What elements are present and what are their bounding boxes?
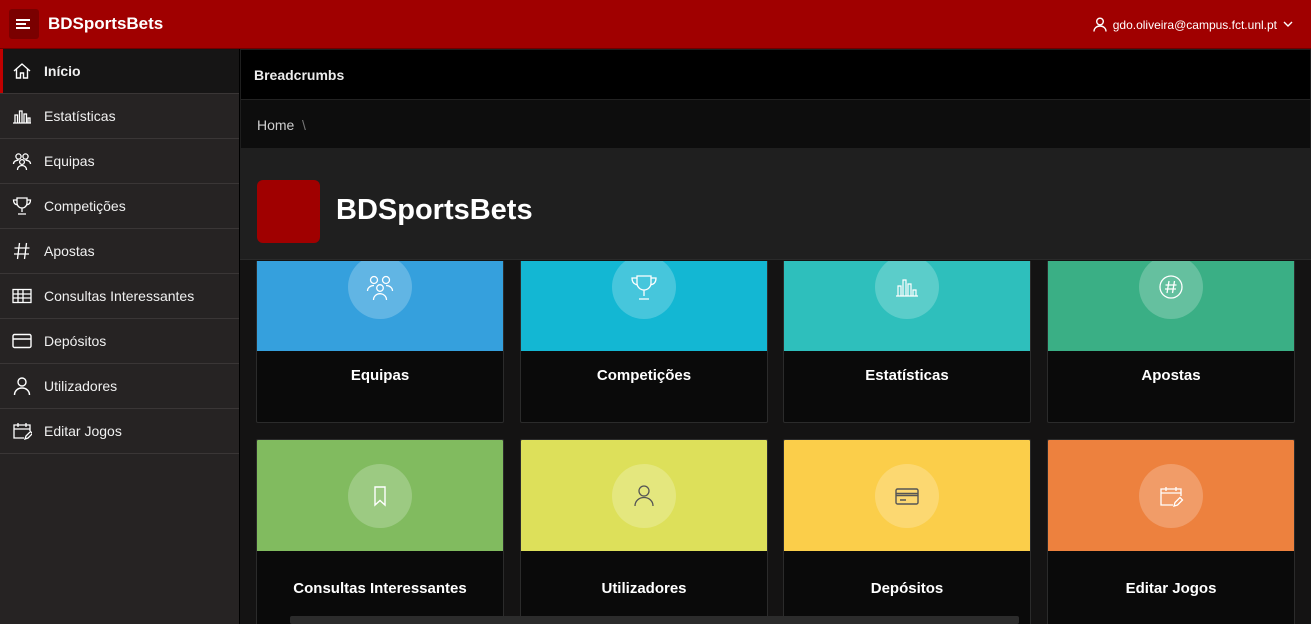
bar-chart-icon (11, 105, 33, 127)
card-label: Equipas (350, 367, 410, 384)
trophy-icon (612, 261, 676, 319)
sidebar-item-label: Equipas (44, 153, 95, 169)
sidebar-item-label: Início (44, 63, 81, 79)
card-apostas[interactable]: Apostas (1047, 261, 1295, 423)
main-content: Breadcrumbs Home \ BDSportsBets Equipas (240, 49, 1311, 624)
card-color-band (1048, 261, 1294, 351)
sidebar-item-apostas[interactable]: Apostas (0, 229, 239, 274)
card-editar-jogos[interactable]: Editar Jogos (1047, 439, 1295, 624)
table-icon (11, 285, 33, 307)
card-label: Estatísticas (865, 367, 949, 384)
app-logo (257, 180, 320, 243)
sidebar-item-label: Apostas (44, 243, 95, 259)
hash-circle-icon (1139, 261, 1203, 319)
sidebar-item-depositos[interactable]: Depósitos (0, 319, 239, 364)
credit-card-icon (11, 330, 33, 352)
card-label: Depósitos (870, 580, 944, 597)
sidebar-item-label: Competições (44, 198, 126, 214)
sidebar-item-utilizadores[interactable]: Utilizadores (0, 364, 239, 409)
card-estatisticas[interactable]: Estatísticas (783, 261, 1031, 423)
sidebar-item-estatisticas[interactable]: Estatísticas (0, 94, 239, 139)
sidebar-item-inicio[interactable]: Início (0, 49, 239, 94)
page-title: BDSportsBets (336, 194, 533, 226)
card-color-band (521, 440, 767, 551)
home-icon (11, 60, 33, 82)
sidebar-item-label: Estatísticas (44, 108, 116, 124)
chevron-down-icon (1283, 21, 1293, 27)
cards-region: Equipas Competições Estatísticas Apostas… (240, 261, 1311, 624)
user-icon (11, 375, 33, 397)
user-email: gdo.oliveira@campus.fct.unl.pt (1112, 17, 1277, 32)
card-color-band (257, 440, 503, 551)
card-color-band (1048, 440, 1294, 551)
card-label: Editar Jogos (1125, 580, 1217, 597)
breadcrumb-home-link[interactable]: Home (257, 117, 294, 133)
users-icon (11, 150, 33, 172)
card-color-band (257, 261, 503, 351)
sidebar-item-label: Editar Jogos (44, 423, 122, 439)
breadcrumb-separator: \ (302, 117, 306, 133)
user-icon (1093, 17, 1107, 32)
credit-card-icon (875, 464, 939, 528)
menu-toggle-button[interactable] (9, 9, 39, 39)
calendar-edit-icon (1139, 464, 1203, 528)
hamburger-icon (16, 19, 30, 29)
sidebar-item-label: Consultas Interessantes (44, 288, 195, 304)
user-icon (612, 464, 676, 528)
horizontal-scrollbar[interactable] (290, 616, 1019, 624)
app-title[interactable]: BDSportsBets (48, 14, 163, 34)
sidebar: Início Estatísticas Equipas Competições … (0, 49, 240, 624)
breadcrumbs-title: Breadcrumbs (254, 67, 345, 83)
card-label: Utilizadores (601, 580, 687, 597)
card-color-band (784, 440, 1030, 551)
hero-region: BDSportsBets (240, 148, 1311, 260)
calendar-edit-icon (11, 420, 33, 442)
bookmark-icon (348, 464, 412, 528)
bar-chart-icon (875, 261, 939, 319)
sidebar-item-editar-jogos[interactable]: Editar Jogos (0, 409, 239, 454)
card-color-band (784, 261, 1030, 351)
sidebar-item-label: Utilizadores (44, 378, 118, 394)
card-label: Consultas Interessantes (293, 580, 467, 597)
sidebar-item-consultas-interessantes[interactable]: Consultas Interessantes (0, 274, 239, 319)
card-equipas[interactable]: Equipas (256, 261, 504, 423)
card-consultas-interessantes[interactable]: Consultas Interessantes (256, 439, 504, 624)
card-color-band (521, 261, 767, 351)
card-label: Competições (596, 367, 692, 384)
hash-icon (11, 240, 33, 262)
card-utilizadores[interactable]: Utilizadores (520, 439, 768, 624)
trophy-icon (11, 195, 33, 217)
card-competicoes[interactable]: Competições (520, 261, 768, 423)
top-bar: BDSportsBets gdo.oliveira@campus.fct.unl… (0, 0, 1311, 49)
users-icon (348, 261, 412, 319)
breadcrumb: Home \ (241, 99, 1310, 148)
sidebar-item-label: Depósitos (44, 333, 107, 349)
card-depositos[interactable]: Depósitos (783, 439, 1031, 624)
breadcrumbs-region: Breadcrumbs Home \ (240, 49, 1311, 148)
card-label: Apostas (1141, 367, 1201, 384)
user-menu[interactable]: gdo.oliveira@campus.fct.unl.pt (1093, 0, 1293, 49)
sidebar-item-competicoes[interactable]: Competições (0, 184, 239, 229)
sidebar-item-equipas[interactable]: Equipas (0, 139, 239, 184)
